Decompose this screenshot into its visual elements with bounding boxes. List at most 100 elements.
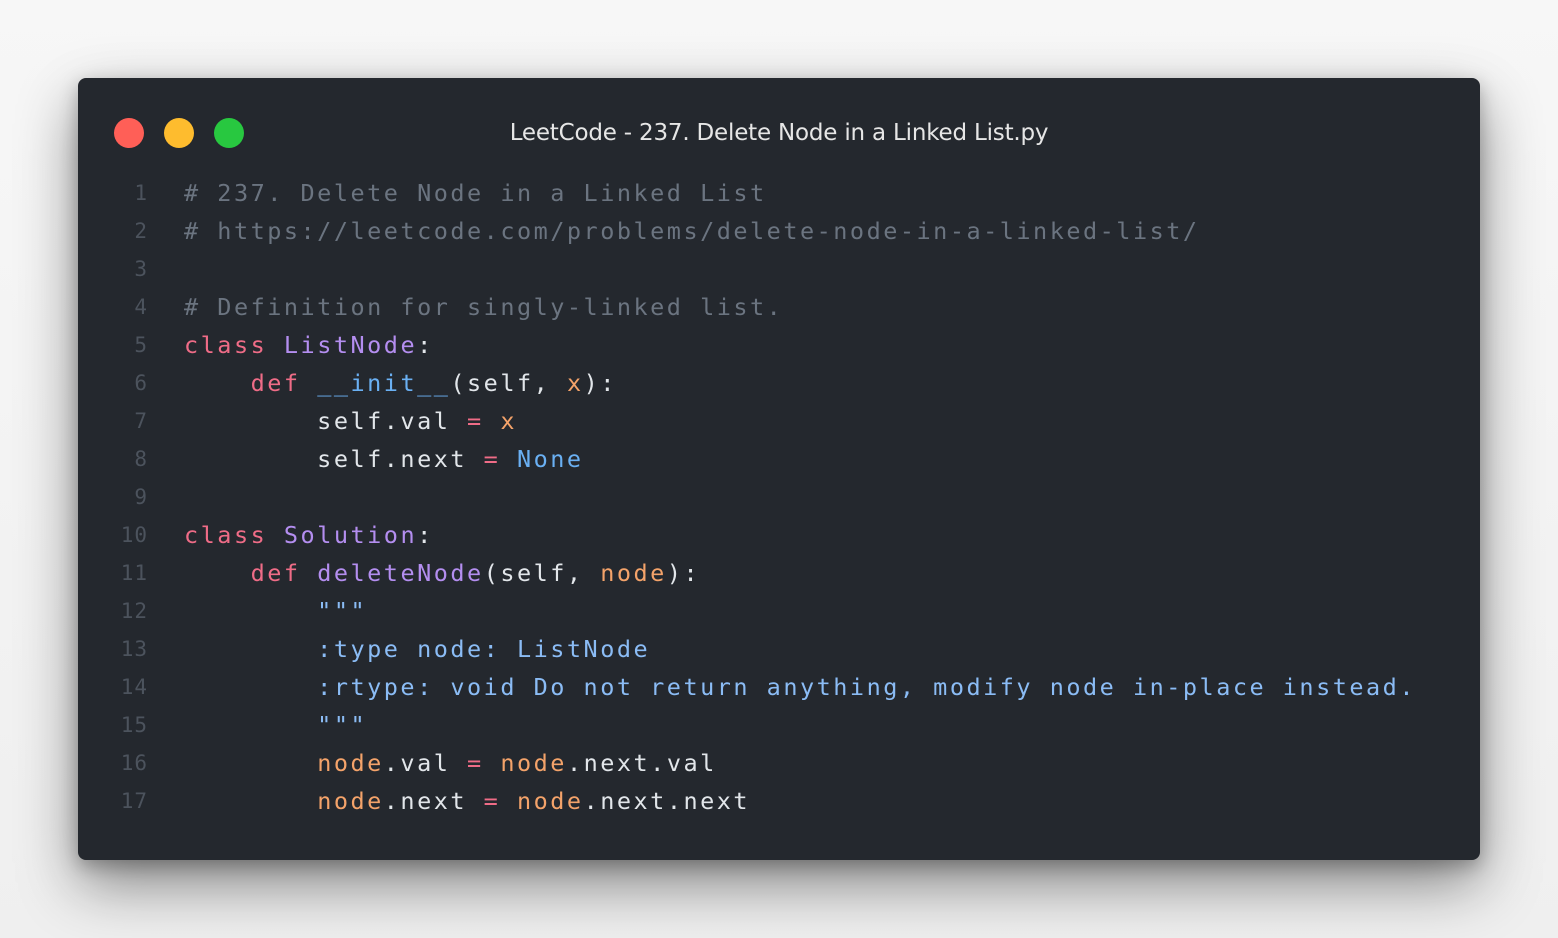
code-line: 6 def __init__(self, x): bbox=[78, 364, 1480, 402]
code-text: :type node: ListNode bbox=[184, 630, 650, 668]
code-text: node.val = node.next.val bbox=[184, 744, 717, 782]
line-number: 3 bbox=[134, 257, 148, 281]
code-line: 16 node.val = node.next.val bbox=[78, 744, 1480, 782]
code-token-plain: ): bbox=[666, 559, 701, 587]
code-text: :rtype: void Do not return anything, mod… bbox=[184, 668, 1416, 706]
code-token-plain: (self, bbox=[450, 369, 567, 397]
code-text: def __init__(self, x): bbox=[184, 364, 617, 402]
line-number: 14 bbox=[120, 675, 148, 699]
code-line: 2 # https://leetcode.com/problems/delete-… bbox=[78, 212, 1480, 250]
code-text: """ bbox=[184, 592, 367, 630]
line-number: 7 bbox=[134, 409, 148, 433]
line-number: 11 bbox=[120, 561, 148, 585]
code-line: 5 class ListNode: bbox=[78, 326, 1480, 364]
code-line: 17 node.next = node.next.next bbox=[78, 782, 1480, 820]
code-token-parameter: node bbox=[600, 559, 667, 587]
code-text: # Definition for singly-linked list. bbox=[184, 288, 783, 326]
code-line: 11 def deleteNode(self, node): bbox=[78, 554, 1480, 592]
code-text: # https://leetcode.com/problems/delete-n… bbox=[184, 212, 1200, 250]
code-token-parameter: x bbox=[500, 407, 517, 435]
code-token-docstring: """ bbox=[184, 597, 368, 625]
code-token-plain: self.next bbox=[184, 445, 484, 473]
code-line: 4 # Definition for singly-linked list. bbox=[78, 288, 1480, 326]
line-number: 1 bbox=[134, 181, 148, 205]
code-text: self.next = None bbox=[184, 440, 584, 478]
code-token-parameter: node bbox=[317, 787, 384, 815]
code-token-keyword: class bbox=[184, 521, 268, 549]
line-number: 2 bbox=[134, 219, 148, 243]
code-text: node.next = node.next.next bbox=[184, 782, 750, 820]
code-token-comment: # 237. Delete Node in a Linked List bbox=[184, 179, 767, 207]
code-token-operator: = bbox=[483, 445, 501, 473]
code-token-plain: ): bbox=[583, 369, 617, 397]
code-token-comment: # https://leetcode.com/problems/delete-n… bbox=[184, 217, 1200, 245]
code-text: class Solution: bbox=[184, 516, 434, 554]
code-text: # 237. Delete Node in a Linked List bbox=[184, 174, 767, 212]
code-token-operator: = bbox=[483, 787, 501, 815]
line-number: 13 bbox=[120, 637, 148, 661]
line-number: 6 bbox=[134, 371, 148, 395]
code-editor: 1 # 237. Delete Node in a Linked List 2 # h… bbox=[78, 174, 1480, 820]
window-title: LeetCode - 237. Delete Node in a Linked … bbox=[509, 120, 1049, 146]
code-token-docstring: :rtype: void Do not return anything, mod… bbox=[184, 673, 1416, 701]
code-token-operator: = bbox=[467, 407, 484, 435]
code-token-builtin-constant: None bbox=[516, 445, 584, 473]
code-text: def deleteNode(self, node): bbox=[184, 554, 700, 592]
code-token-plain: self.val bbox=[184, 407, 468, 435]
code-line: 8 self.next = None bbox=[78, 440, 1480, 478]
code-token-plain: (self, bbox=[483, 559, 601, 587]
code-token-parameter: x bbox=[566, 369, 584, 397]
code-token-parameter: node bbox=[500, 749, 567, 777]
code-token-builtin-constant: __init__ bbox=[317, 369, 451, 397]
code-token-operator: = bbox=[467, 749, 484, 777]
code-token-class-name: Solution bbox=[283, 521, 418, 549]
code-text: self.val = x bbox=[184, 402, 517, 440]
code-token-plain: : bbox=[417, 331, 434, 359]
code-token-keyword: class bbox=[184, 331, 268, 359]
code-window: LeetCode - 237. Delete Node in a Linked … bbox=[78, 78, 1480, 860]
line-number: 5 bbox=[134, 333, 148, 357]
line-number: 10 bbox=[120, 523, 148, 547]
line-number: 9 bbox=[134, 485, 148, 509]
code-token-plain: .next.val bbox=[566, 749, 717, 777]
code-token-plain: .val bbox=[383, 749, 468, 777]
line-number: 8 bbox=[134, 447, 148, 471]
code-line: 14 :rtype: void Do not return anything, … bbox=[78, 668, 1480, 706]
code-line: 3 bbox=[78, 250, 1480, 288]
code-token-docstring: """ bbox=[184, 711, 368, 739]
code-line: 12 """ bbox=[78, 592, 1480, 630]
code-line: 10 class Solution: bbox=[78, 516, 1480, 554]
code-token-plain: .next.next bbox=[583, 787, 751, 815]
title-bar: LeetCode - 237. Delete Node in a Linked … bbox=[78, 78, 1480, 188]
line-number: 15 bbox=[120, 713, 148, 737]
code-line: 15 """ bbox=[78, 706, 1480, 744]
line-number: 17 bbox=[120, 789, 148, 813]
code-token-docstring: :type node: ListNode bbox=[184, 635, 651, 663]
code-line: 13 :type node: ListNode bbox=[78, 630, 1480, 668]
code-token-plain: : bbox=[417, 521, 434, 549]
code-text: """ bbox=[184, 706, 367, 744]
line-number: 16 bbox=[120, 751, 148, 775]
code-token-keyword: def bbox=[250, 369, 301, 397]
code-token-parameter: node bbox=[516, 787, 584, 815]
code-token-parameter: node bbox=[317, 749, 384, 777]
code-token-plain: .next bbox=[383, 787, 484, 815]
line-number: 12 bbox=[120, 599, 148, 623]
code-line: 7 self.val = x bbox=[78, 402, 1480, 440]
code-token-function-name: deleteNode bbox=[317, 559, 484, 587]
code-line: 1 # 237. Delete Node in a Linked List bbox=[78, 174, 1480, 212]
code-line: 9 bbox=[78, 478, 1480, 516]
code-token-keyword: def bbox=[250, 559, 301, 587]
code-token-class-name: ListNode bbox=[283, 331, 418, 359]
